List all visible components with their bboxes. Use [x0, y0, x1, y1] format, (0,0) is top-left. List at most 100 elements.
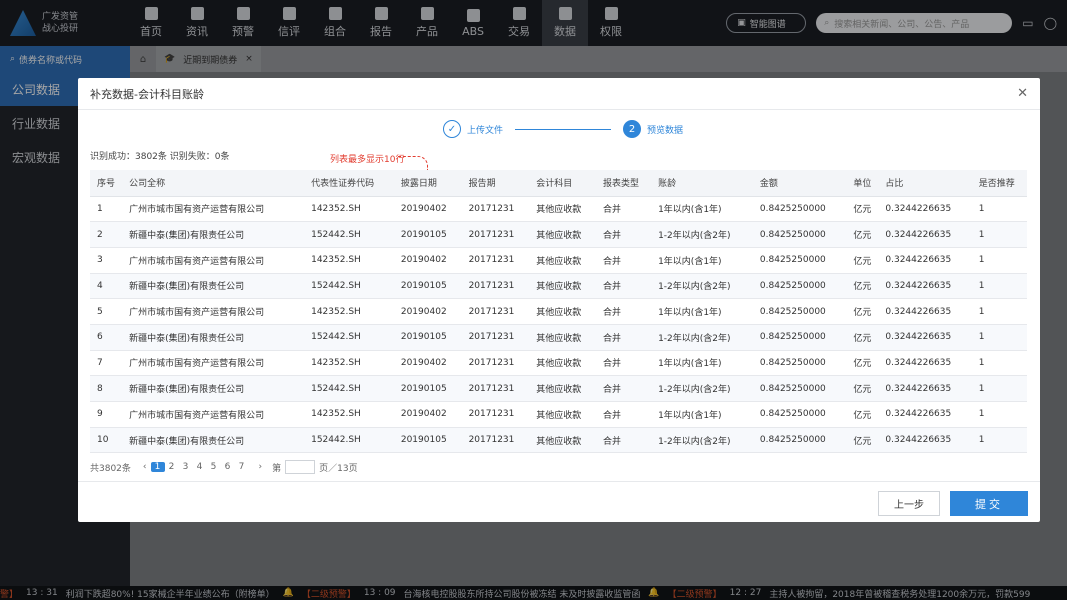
table-cell: 其他应收款	[529, 324, 596, 351]
preview-table: 序号 公司全称 代表性证券代码 披露日期 报告期 会计科目 报表类型 账龄 金额 单位 占比 是否推荐…	[90, 170, 1027, 454]
table-cell: 20190105	[393, 273, 462, 300]
table-cell: 0.8425250000	[752, 298, 847, 325]
page-number[interactable]: 6	[221, 462, 235, 472]
table-cell: 142352.SH	[304, 196, 394, 223]
table-cell: 广州市城市国有资产运营有限公司	[122, 298, 305, 325]
table-cell: 3	[90, 247, 123, 274]
check-icon: ✓	[443, 120, 461, 138]
table-cell: 20190402	[393, 247, 462, 274]
page-number[interactable]: 7	[235, 462, 249, 472]
column-header: 报表类型	[595, 170, 652, 197]
table-cell: 亿元	[846, 221, 879, 248]
submit-button[interactable]: 提交	[950, 491, 1028, 516]
table-cell: 20171231	[461, 196, 530, 223]
page-number[interactable]: 5	[207, 462, 221, 472]
table-cell: 6	[90, 324, 123, 351]
page-number[interactable]: 4	[193, 462, 207, 472]
table-cell: 1	[971, 350, 1027, 377]
table-cell: 合并	[595, 427, 652, 454]
supplement-data-modal: 补充数据-会计科目账龄 ✕ ✓ 上传文件 2 预览数据 识别成功：3802条 识…	[78, 78, 1040, 522]
table-cell: 1	[971, 221, 1027, 248]
column-header: 是否推荐	[971, 170, 1027, 197]
table-cell: 7	[90, 350, 123, 377]
column-header: 账龄	[651, 170, 753, 197]
prev-step-button[interactable]: 上一步	[878, 491, 940, 516]
table-row: 3 广州市城市国有资产运营有限公司 142352.SH 20190402 2017123…	[90, 247, 1027, 274]
table-cell: 合并	[595, 401, 652, 428]
table-cell: 合并	[595, 350, 652, 377]
table-cell: 新疆中泰(集团)有限责任公司	[122, 427, 305, 454]
table-cell: 152442.SH	[304, 375, 394, 402]
table-cell: 合并	[595, 375, 652, 402]
table-cell: 新疆中泰(集团)有限责任公司	[122, 324, 305, 351]
table-row: 6 新疆中泰(集团)有限责任公司 152442.SH 20190105 20171231…	[90, 324, 1027, 351]
column-header: 会计科目	[529, 170, 596, 197]
table-cell: 其他应收款	[529, 375, 596, 402]
table-cell: 20190105	[393, 427, 462, 454]
page-number[interactable]: 1	[150, 462, 165, 472]
table-cell: 1	[971, 247, 1027, 274]
page-number[interactable]: 3	[179, 462, 193, 472]
table-cell: 1-2年以内(含2年)	[651, 375, 753, 402]
table-cell: 142352.SH	[304, 401, 394, 428]
table-cell: 9	[90, 401, 123, 428]
table-cell: 8	[90, 375, 123, 402]
table-cell: 1年以内(含1年)	[651, 196, 753, 223]
table-cell: 20190105	[393, 375, 462, 402]
table-cell: 0.3244226635	[878, 273, 972, 300]
table-cell: 1-2年以内(含2年)	[651, 273, 753, 300]
table-cell: 20171231	[461, 401, 530, 428]
table-row: 4 新疆中泰(集团)有限责任公司 152442.SH 20190105 20171231…	[90, 273, 1027, 300]
table-cell: 其他应收款	[529, 401, 596, 428]
column-header: 报告期	[461, 170, 530, 197]
table-cell: 20190105	[393, 324, 462, 351]
step-2-number: 2	[623, 120, 642, 138]
total-count: 共3802条	[90, 463, 131, 474]
table-cell: 5	[90, 298, 123, 325]
table-cell: 亿元	[846, 298, 879, 325]
column-header: 披露日期	[393, 170, 462, 197]
close-icon[interactable]: ✕	[1017, 86, 1028, 101]
table-cell: 0.8425250000	[752, 247, 847, 274]
page-number[interactable]: 2	[165, 462, 179, 472]
table-cell: 1	[971, 427, 1027, 454]
table-cell: 0.3244226635	[878, 375, 972, 402]
table-cell: 1	[971, 273, 1027, 300]
table-row: 8 新疆中泰(集团)有限责任公司 152442.SH 20190105 20171231…	[90, 375, 1027, 402]
table-cell: 0.8425250000	[752, 401, 847, 428]
table-cell: 亿元	[846, 247, 879, 274]
table-cell: 0.3244226635	[878, 324, 972, 351]
table-cell: 0.3244226635	[878, 196, 972, 223]
table-cell: 新疆中泰(集团)有限责任公司	[122, 375, 305, 402]
prev-page-icon[interactable]: ‹	[143, 462, 147, 472]
table-cell: 152442.SH	[304, 221, 394, 248]
max-rows-note: 列表最多显示10行	[330, 155, 405, 165]
page-goto-input[interactable]	[285, 460, 316, 474]
table-cell: 0.3244226635	[878, 427, 972, 454]
table-cell: 1年以内(含1年)	[651, 350, 753, 377]
table-cell: 亿元	[846, 196, 879, 223]
table-cell: 1	[971, 298, 1027, 325]
table-cell: 4	[90, 273, 123, 300]
table-cell: 其他应收款	[529, 273, 596, 300]
step-indicator: ✓ 上传文件 2 预览数据	[443, 120, 683, 138]
column-header: 公司全称	[122, 170, 305, 197]
table-cell: 0.3244226635	[878, 298, 972, 325]
table-row: 9 广州市城市国有资产运营有限公司 142352.SH 20190402 2017123…	[90, 401, 1027, 428]
table-cell: 20171231	[461, 298, 530, 325]
table-row: 1 广州市城市国有资产运营有限公司 142352.SH 20190402 2017123…	[90, 196, 1027, 223]
table-cell: 0.8425250000	[752, 324, 847, 351]
table-row: 7 广州市城市国有资产运营有限公司 142352.SH 20190402 2017123…	[90, 350, 1027, 377]
next-page-icon[interactable]: ›	[259, 462, 263, 472]
table-cell: 亿元	[846, 401, 879, 428]
table-cell: 0.3244226635	[878, 221, 972, 248]
table-cell: 152442.SH	[304, 324, 394, 351]
table-cell: 其他应收款	[529, 247, 596, 274]
table-cell: 1年以内(含1年)	[651, 247, 753, 274]
table-cell: 广州市城市国有资产运营有限公司	[122, 401, 305, 428]
note-arrow	[398, 156, 428, 170]
table-cell: 0.3244226635	[878, 350, 972, 377]
table-cell: 0.8425250000	[752, 273, 847, 300]
table-cell: 142352.SH	[304, 298, 394, 325]
table-cell: 其他应收款	[529, 298, 596, 325]
